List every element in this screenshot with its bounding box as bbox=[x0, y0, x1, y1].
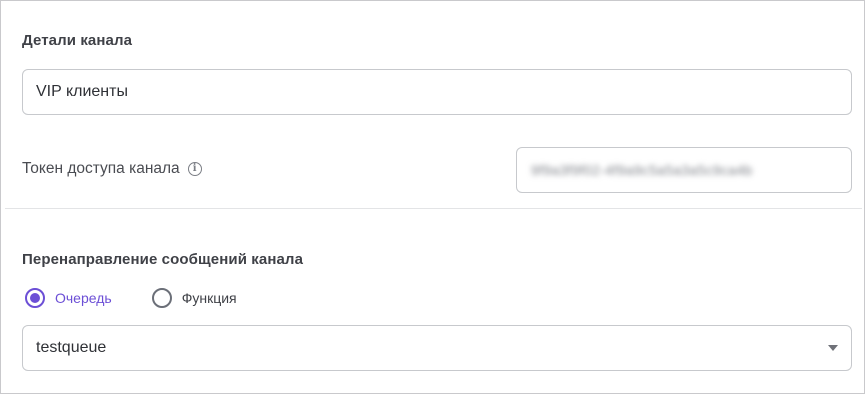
queue-select[interactable]: testqueue bbox=[22, 325, 852, 371]
channel-settings-panel: Детали канала VIP клиенты Токен доступа … bbox=[0, 0, 865, 394]
radio-unchecked-icon bbox=[151, 288, 172, 308]
redirect-type-radio-group: Очередь Функция bbox=[25, 288, 237, 308]
channel-details-title: Детали канала bbox=[22, 32, 133, 49]
radio-function[interactable]: Функция bbox=[151, 288, 237, 308]
token-field[interactable]: 9f9a3f9f02-4f9a9c5a5a3a5c9ca4b bbox=[516, 147, 852, 193]
chevron-down-icon[interactable] bbox=[828, 345, 838, 351]
token-label-row: Токен доступа канала i bbox=[22, 160, 202, 178]
token-label: Токен доступа канала bbox=[22, 160, 180, 177]
channel-name-value: VIP клиенты bbox=[36, 83, 128, 100]
queue-select-value: testqueue bbox=[36, 339, 107, 356]
section-divider bbox=[5, 208, 862, 209]
info-icon[interactable]: i bbox=[187, 162, 202, 176]
radio-checked-icon bbox=[25, 288, 45, 308]
channel-name-field[interactable]: VIP клиенты bbox=[22, 69, 852, 115]
message-redirect-title: Перенаправление сообщений канала bbox=[22, 251, 304, 268]
radio-queue-label: Очередь bbox=[55, 290, 112, 306]
radio-function-label: Функция bbox=[181, 290, 237, 306]
token-value: 9f9a3f9f02-4f9a9c5a5a3a5c9ca4b bbox=[531, 162, 753, 178]
radio-queue[interactable]: Очередь bbox=[25, 288, 112, 308]
